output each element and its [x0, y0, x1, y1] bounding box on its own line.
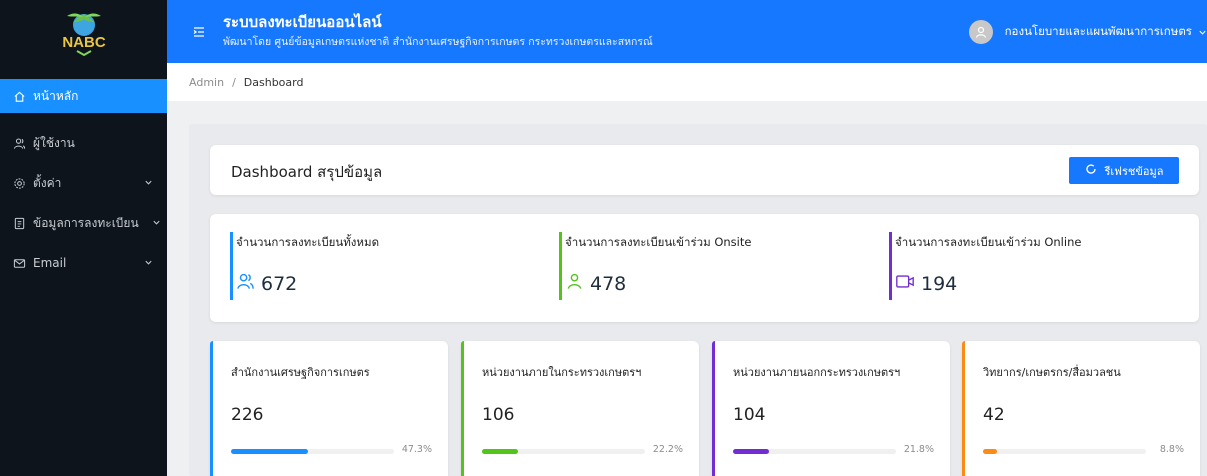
chevron-down-icon — [144, 176, 153, 190]
group-value: 42 — [983, 405, 1005, 425]
logo-text: NABC — [62, 34, 105, 51]
nabc-logo-icon: NABC — [62, 12, 105, 56]
progress-fill — [733, 449, 769, 454]
progress-track — [983, 449, 1146, 454]
refresh-button-label: รีเฟรชข้อมูล — [1104, 164, 1164, 178]
group-label: วิทยากร/เกษตรกร/สื่อมวลชน — [983, 366, 1121, 379]
sidebar-item-settings[interactable]: ตั้งค่า — [0, 163, 167, 203]
group-value: 104 — [733, 405, 766, 425]
refresh-icon — [1085, 163, 1097, 178]
menu-toggle-icon[interactable] — [192, 24, 206, 43]
group-percent: 47.3% — [401, 444, 432, 455]
breadcrumb-separator: / — [232, 75, 236, 89]
video-icon — [895, 272, 915, 296]
logo[interactable]: NABC — [0, 0, 167, 63]
home-icon — [12, 89, 26, 103]
group-percent: 8.8% — [1159, 444, 1184, 455]
group-card-oae: สำนักงานเศรษฐกิจการเกษตร 226 47.3% — [210, 341, 448, 476]
avatar[interactable] — [968, 19, 993, 44]
group-value: 226 — [231, 405, 264, 425]
group-percent: 21.8% — [903, 444, 934, 455]
dashboard-title-card: Dashboard สรุปข้อมูล รีเฟรชข้อมูล — [210, 145, 1199, 195]
sidebar-item-email[interactable]: Email — [0, 243, 167, 283]
top-header: ระบบลงทะเบียนออนไลน์ พัฒนาโดย ศูนย์ข้อมู… — [167, 0, 1207, 63]
document-icon — [12, 216, 26, 230]
sidebar-item-label: ผู้ใช้งาน — [33, 135, 75, 150]
users-icon — [12, 136, 26, 150]
sidebar: NABC หน้าหลัก ผู้ใช้งาน ตั้งค่า ข้อมูลกา… — [0, 0, 167, 476]
group-label: สำนักงานเศรษฐกิจการเกษตร — [231, 366, 370, 379]
app-subtitle: พัฒนาโดย ศูนย์ข้อมูลเกษตรแห่งชาติ สำนักง… — [223, 36, 653, 48]
stat-value: 672 — [261, 273, 298, 295]
stat-value: 194 — [921, 273, 958, 295]
group-value: 106 — [482, 405, 515, 425]
progress-fill — [983, 449, 998, 454]
user-icon — [565, 272, 584, 296]
group-card-internal: หน่วยงานภายในกระทรวงเกษตรฯ 106 22.2% — [461, 341, 699, 476]
progress-track — [482, 449, 645, 454]
stat-value: 478 — [590, 273, 627, 295]
gear-icon — [12, 176, 26, 190]
users-icon — [236, 272, 255, 296]
group-label: หน่วยงานภายนอกกระทรวงเกษตรฯ — [733, 366, 901, 379]
progress-track — [733, 449, 896, 454]
mail-icon — [12, 256, 26, 270]
user-name[interactable]: กองนโยบายและแผนพัฒนาการเกษตร — [1005, 23, 1192, 41]
stat-label: จำนวนการลงทะเบียนเข้าร่วม Onsite — [565, 235, 752, 249]
sidebar-item-label: หน้าหลัก — [33, 88, 79, 103]
breadcrumb: Admin / Dashboard — [167, 63, 1207, 101]
chevron-down-icon — [152, 216, 161, 230]
breadcrumb-current: Dashboard — [243, 75, 304, 89]
stat-online: จำนวนการลงทะเบียนเข้าร่วม Online 194 — [889, 232, 1081, 300]
page-title: Dashboard สรุปข้อมูล — [231, 163, 383, 181]
sidebar-item-home[interactable]: หน้าหลัก — [0, 79, 167, 113]
chevron-down-icon[interactable] — [1198, 22, 1207, 41]
stat-onsite: จำนวนการลงทะเบียนเข้าร่วม Onsite 478 — [559, 232, 751, 300]
sidebar-item-label: ข้อมูลการลงทะเบียน — [33, 215, 139, 230]
progress-fill — [482, 449, 519, 454]
stat-total: จำนวนการลงทะเบียนทั้งหมด 672 — [230, 232, 379, 300]
group-percent: 22.2% — [652, 444, 683, 455]
group-card-speakers: วิทยากร/เกษตรกร/สื่อมวลชน 42 8.8% — [962, 341, 1200, 476]
sidebar-item-users[interactable]: ผู้ใช้งาน — [0, 123, 167, 163]
app-title: ระบบลงทะเบียนออนไลน์ — [223, 13, 382, 31]
registration-stats-card: จำนวนการลงทะเบียนทั้งหมด 672 จำนวนการลงท… — [210, 214, 1199, 322]
chevron-down-icon — [144, 256, 153, 270]
sidebar-item-label: Email — [33, 256, 67, 270]
sidebar-item-registration-data[interactable]: ข้อมูลการลงทะเบียน — [0, 203, 167, 243]
group-card-external: หน่วยงานภายนอกกระทรวงเกษตรฯ 104 21.8% — [712, 341, 950, 476]
group-label: หน่วยงานภายในกระทรวงเกษตรฯ — [482, 366, 642, 379]
progress-track — [231, 449, 394, 454]
stat-label: จำนวนการลงทะเบียนเข้าร่วม Online — [895, 235, 1082, 249]
stat-label: จำนวนการลงทะเบียนทั้งหมด — [236, 235, 380, 249]
sidebar-item-label: ตั้งค่า — [33, 175, 62, 190]
breadcrumb-admin-link[interactable]: Admin — [189, 76, 224, 89]
refresh-button[interactable]: รีเฟรชข้อมูล — [1069, 157, 1179, 184]
user-menu[interactable]: กองนโยบายและแผนพัฒนาการเกษตร — [968, 0, 1207, 63]
progress-fill — [231, 449, 309, 454]
